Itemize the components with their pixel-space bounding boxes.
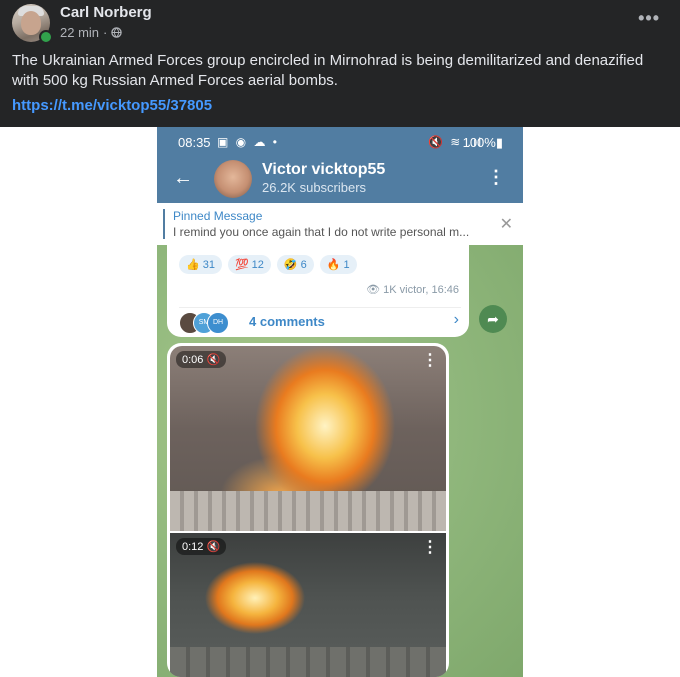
post-time[interactable]: 22 min <box>60 25 99 40</box>
globe-icon <box>111 27 123 38</box>
pinned-message-bar: Pinned Message I remind you once again t… <box>157 203 523 245</box>
back-arrow-icon: ← <box>173 167 193 189</box>
reaction-count: 12 <box>251 258 264 271</box>
channel-header: ← Victor vicktop55 26.2K subscribers ⋮ <box>157 157 523 203</box>
post-text: The Ukrainian Armed Forces group encircl… <box>12 52 644 89</box>
facebook-post: Carl Norberg 22 min · ••• The Ukrainian … <box>0 0 680 127</box>
message-bubble: 👍 31 💯 12 🤣 6 🔥 1 👁 1K victor, 16:46 SM … <box>167 245 469 337</box>
close-icon: ✕ <box>499 216 513 233</box>
status-time: 08:35 <box>178 135 211 150</box>
message-views-time: 👁 1K victor, 16:46 <box>366 284 459 296</box>
pinned-accent-bar <box>163 209 165 239</box>
video-menu-icon: ⋮ <box>422 539 438 556</box>
post-link[interactable]: https://t.me/vicktop55/37805 <box>12 97 212 114</box>
hundred-points-icon: 💯 <box>234 259 249 271</box>
subscriber-count: 26.2K subscribers <box>262 180 367 195</box>
buildings-silhouette <box>170 647 446 677</box>
reaction-count: 6 <box>300 258 307 271</box>
reaction-laugh: 🤣 6 <box>276 255 314 274</box>
channel-avatar <box>214 160 252 198</box>
fire-icon: 🔥 <box>326 259 341 271</box>
share-icon: ➦ <box>479 305 507 333</box>
avatar-face <box>21 11 41 35</box>
author-name[interactable]: Carl Norberg <box>60 4 152 21</box>
online-status-dot <box>39 30 53 44</box>
status-bar: 08:35 ▣ ◉ ☁ • 🔇 ≋ .ıl 100%▮ <box>157 127 523 157</box>
reaction-fire: 🔥 1 <box>319 255 357 274</box>
post-meta: 22 min · <box>60 25 123 40</box>
reaction-count: 1 <box>343 258 350 271</box>
rofl-icon: 🤣 <box>283 259 298 271</box>
comments-row: SM DH 4 comments › <box>179 307 461 334</box>
more-options-button[interactable]: ••• <box>638 8 660 29</box>
kebab-menu-icon: ⋮ <box>487 167 505 187</box>
chevron-right-icon: › <box>453 311 459 328</box>
video-thumbnail: 0:12 🔇 ⋮ <box>170 533 446 677</box>
telegram-screenshot[interactable]: 08:35 ▣ ◉ ☁ • 🔇 ≋ .ıl 100%▮ ← Victor vic… <box>157 127 523 677</box>
pinned-title: Pinned Message <box>173 209 263 223</box>
video-album: 0:06 🔇 ⋮ 0:12 🔇 ⋮ <box>167 343 449 677</box>
video-duration-muted: 0:06 🔇 <box>176 351 227 368</box>
pinned-text: I remind you once again that I do not wr… <box>173 225 470 239</box>
battery-indicator: 100%▮ <box>462 135 503 150</box>
reactions-row: 👍 31 💯 12 🤣 6 🔥 1 <box>179 255 357 274</box>
thumbs-up-icon: 👍 <box>186 259 200 271</box>
comments-label: 4 comments <box>249 314 325 329</box>
channel-name: Victor vicktop55 <box>262 161 386 178</box>
video-menu-icon: ⋮ <box>422 352 438 369</box>
reaction-count: 31 <box>202 258 215 271</box>
reaction-thumbs-up: 👍 31 <box>179 255 222 274</box>
reaction-hundred: 💯 12 <box>227 255 271 274</box>
commenter-avatar: DH <box>207 312 229 334</box>
status-notification-icons: ▣ ◉ ☁ • <box>217 135 280 149</box>
video-duration-muted: 0:12 🔇 <box>176 538 227 555</box>
buildings-silhouette <box>170 491 446 531</box>
video-thumbnail: 0:06 🔇 ⋮ <box>170 346 446 531</box>
meta-separator: · <box>103 25 108 40</box>
